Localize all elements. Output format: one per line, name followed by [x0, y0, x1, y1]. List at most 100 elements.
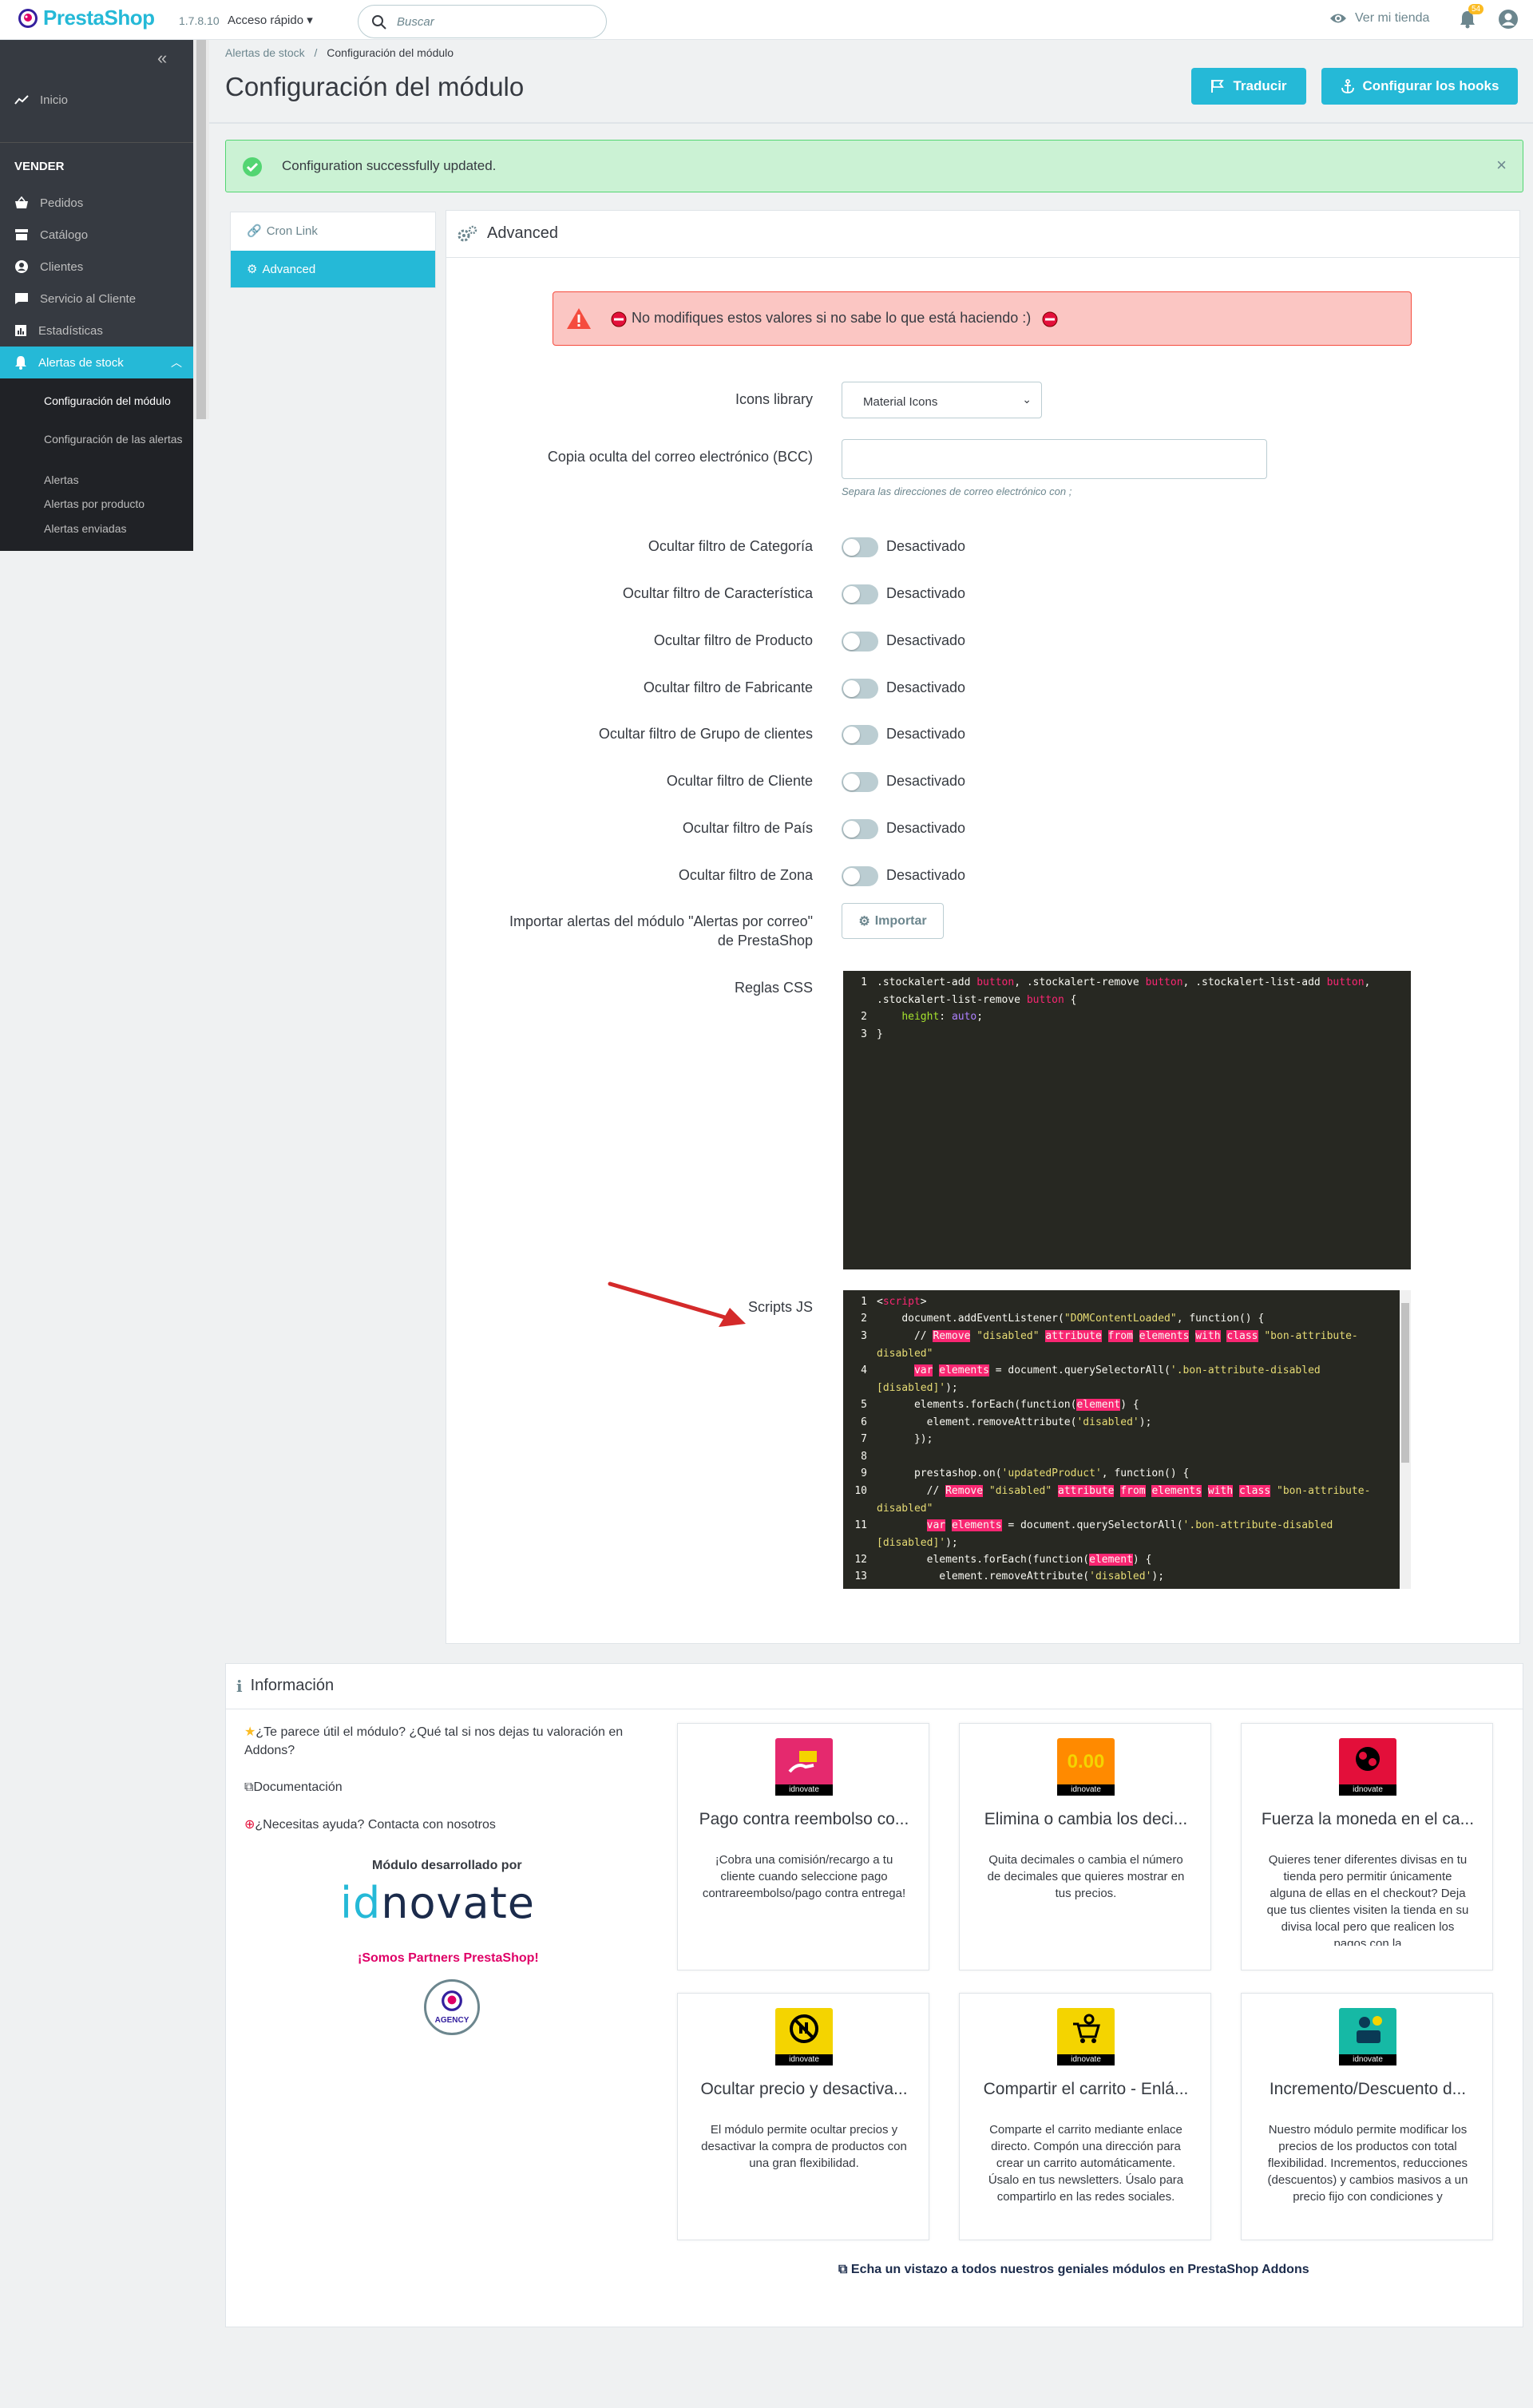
toggle-grupo-clientes[interactable] — [842, 725, 878, 745]
prestashop-logo[interactable]: PrestaShop — [18, 6, 155, 30]
sidebar-item-clientes[interactable]: Clientes — [0, 251, 193, 283]
toggle-categoria[interactable] — [842, 537, 878, 557]
addons-footer-text: Echa un vistazo a todos nuestros geniale… — [850, 2263, 1309, 2276]
prestashop-logo-icon — [18, 8, 38, 28]
info-heading: i Información — [225, 1663, 1523, 1709]
toggle-pais[interactable] — [842, 819, 878, 839]
no-entry-icon — [1042, 311, 1058, 327]
sidebar-subitem-alertas[interactable]: Alertas — [44, 473, 188, 487]
tab-advanced[interactable]: ⚙ Advanced — [231, 251, 435, 287]
breadcrumb-item[interactable]: Alertas de stock — [225, 46, 305, 59]
scrollbar-thumb[interactable] — [1401, 1303, 1409, 1463]
module-card-description: ¡Cobra una comisión/recargo a tu cliente… — [702, 1853, 906, 1900]
contact-link[interactable]: ⊕¿Necesitas ayuda? Contacta con nosotros — [244, 1816, 660, 1834]
search-input[interactable]: Buscar — [358, 5, 607, 38]
breadcrumb-separator: / — [314, 46, 318, 59]
toggle-label-zona: Ocultar filtro de Zona — [678, 867, 813, 883]
idnovate-logo[interactable]: idnovate — [340, 1878, 535, 1928]
documentation-link[interactable]: ⧉Documentación — [244, 1778, 660, 1796]
code-line: document.addEventListener("DOMContentLoa… — [877, 1313, 1265, 1325]
external-link-icon: ⧉ — [244, 1780, 254, 1794]
agency-badge: AGENCY — [424, 1979, 480, 2035]
line-number: 4 — [861, 1364, 867, 1376]
code-line: // Remove "disabled" attribute from elem… — [877, 1330, 1358, 1360]
view-store-link[interactable]: Ver mi tienda — [1329, 11, 1429, 26]
chevron-down-icon: ⌄ — [1022, 393, 1032, 406]
sidebar-subitem-alertas-producto[interactable]: Alertas por producto — [44, 497, 188, 511]
notifications-button[interactable]: 54 — [1459, 4, 1484, 29]
no-entry-icon — [611, 311, 627, 327]
css-code-editor[interactable]: 1 .stockalert-add button, .stockalert-re… — [843, 971, 1411, 1269]
module-card-title: Compartir el carrito - Enlá... — [983, 2080, 1189, 2098]
logo-text: PrestaShop — [43, 6, 155, 30]
anchor-icon — [1341, 79, 1354, 93]
collapse-sidebar-icon[interactable]: « — [157, 48, 167, 69]
sidebar-scrollbar[interactable] — [193, 40, 209, 419]
module-card[interactable]: idnovate Pago contra reembolso co... ¡Co… — [677, 1723, 929, 1970]
toggle-fabricante[interactable] — [842, 679, 878, 699]
sidebar-item-inicio[interactable]: Inicio — [0, 84, 193, 116]
tab-label: Cron Link — [266, 224, 318, 238]
star-icon: ★ — [244, 1725, 256, 1739]
basket-icon — [15, 196, 28, 208]
sidebar-item-servicio-cliente[interactable]: Servicio al Cliente — [0, 283, 193, 315]
bcc-input[interactable] — [842, 439, 1267, 479]
search-icon — [372, 15, 386, 30]
sidebar-item-pedidos[interactable]: Pedidos — [0, 187, 193, 219]
warning-triangle-icon — [567, 308, 591, 329]
toggle-caracteristica[interactable] — [842, 584, 878, 604]
import-button[interactable]: ⚙ Importar — [842, 903, 944, 939]
toggle-producto[interactable] — [842, 632, 878, 652]
panel-title: Advanced — [487, 224, 558, 242]
rate-module-link[interactable]: ★¿Te parece útil el módulo? ¿Qué tal si … — [244, 1723, 660, 1760]
sidebar-item-estadisticas[interactable]: Estadísticas — [0, 315, 193, 347]
module-card[interactable]: idnovate Ocultar precio y desactiva... E… — [677, 1993, 929, 2240]
module-card[interactable]: idnovate Compartir el carrito - Enlá... … — [959, 1993, 1211, 2240]
account-circle-icon — [15, 260, 28, 273]
line-number: 5 — [861, 1399, 867, 1411]
quick-access-dropdown[interactable]: Acceso rápido ▾ — [228, 13, 313, 27]
module-card-brand: idnovate — [1057, 1784, 1115, 1796]
share-cart-icon — [1073, 2014, 1100, 2043]
code-line: // Remove "disabled" attribute from elem… — [877, 1485, 1371, 1515]
tab-cron-link[interactable]: 🔗 Cron Link — [231, 212, 435, 249]
sidebar-subitem-configuracion-modulo[interactable]: Configuración del módulo — [44, 394, 188, 408]
sidebar-item-alertas-stock[interactable]: Alertas de stock ︿ — [0, 347, 193, 378]
toggle-label-grupo-clientes: Ocultar filtro de Grupo de clientes — [598, 726, 813, 742]
module-card[interactable]: idnovate Incremento/Descuento d... Nuest… — [1241, 1993, 1493, 2240]
icons-library-select[interactable]: Material Icons ⌄ — [842, 382, 1042, 418]
link-icon: 🔗 — [247, 224, 262, 238]
code-line: elements.forEach(function(element) { — [877, 1554, 1152, 1566]
developed-by-label: Módulo desarrollado por — [372, 1859, 522, 1872]
js-code-editor[interactable]: 1 <script> 2 document.addEventListener("… — [843, 1290, 1411, 1589]
sidebar-item-catalogo[interactable]: Catálogo — [0, 219, 193, 251]
configure-hooks-button[interactable]: Configurar los hooks — [1321, 68, 1518, 105]
close-icon[interactable]: × — [1496, 155, 1507, 176]
module-card[interactable]: idnovate Fuerza la moneda en el ca... Qu… — [1241, 1723, 1493, 1970]
search-placeholder: Buscar — [397, 15, 434, 29]
documentation-text: Documentación — [253, 1780, 343, 1794]
cogs-icon — [458, 225, 477, 241]
toggle-cliente[interactable] — [842, 772, 878, 792]
code-line: var elements = document.querySelectorAll… — [877, 1519, 1340, 1549]
editor-scrollbar[interactable] — [1400, 1290, 1411, 1589]
module-card-description: Nuestro módulo permite modificar los pre… — [1267, 2123, 1468, 2204]
line-number: 1 — [861, 1296, 867, 1308]
employee-avatar[interactable] — [1498, 9, 1519, 30]
code-line: } — [877, 1028, 883, 1040]
sidebar-subitem-configuracion-alertas[interactable]: Configuración de las alertas — [44, 432, 188, 446]
module-card-icon: idnovate — [1339, 2008, 1396, 2065]
code-line: }); — [877, 1433, 933, 1445]
module-card[interactable]: 0.00 idnovate Elimina o cambia los deci.… — [959, 1723, 1211, 1970]
translate-button[interactable]: Traducir — [1191, 68, 1306, 105]
sidebar-divider — [0, 142, 193, 143]
sidebar-item-label: Catálogo — [40, 228, 89, 242]
toggle-label-producto: Ocultar filtro de Producto — [653, 632, 813, 648]
addons-footer-link[interactable]: ⧉ Echa un vistazo a todos nuestros genia… — [838, 2263, 1309, 2277]
line-number: 10 — [854, 1485, 867, 1497]
decimal-icon-text: 0.00 — [1067, 1751, 1105, 1772]
toggle-zona[interactable] — [842, 866, 878, 886]
sidebar-subitem-alertas-enviadas[interactable]: Alertas enviadas — [44, 521, 188, 536]
module-card-title: Fuerza la moneda en el ca... — [1261, 1810, 1475, 1828]
user-avatar-icon — [1499, 10, 1518, 29]
